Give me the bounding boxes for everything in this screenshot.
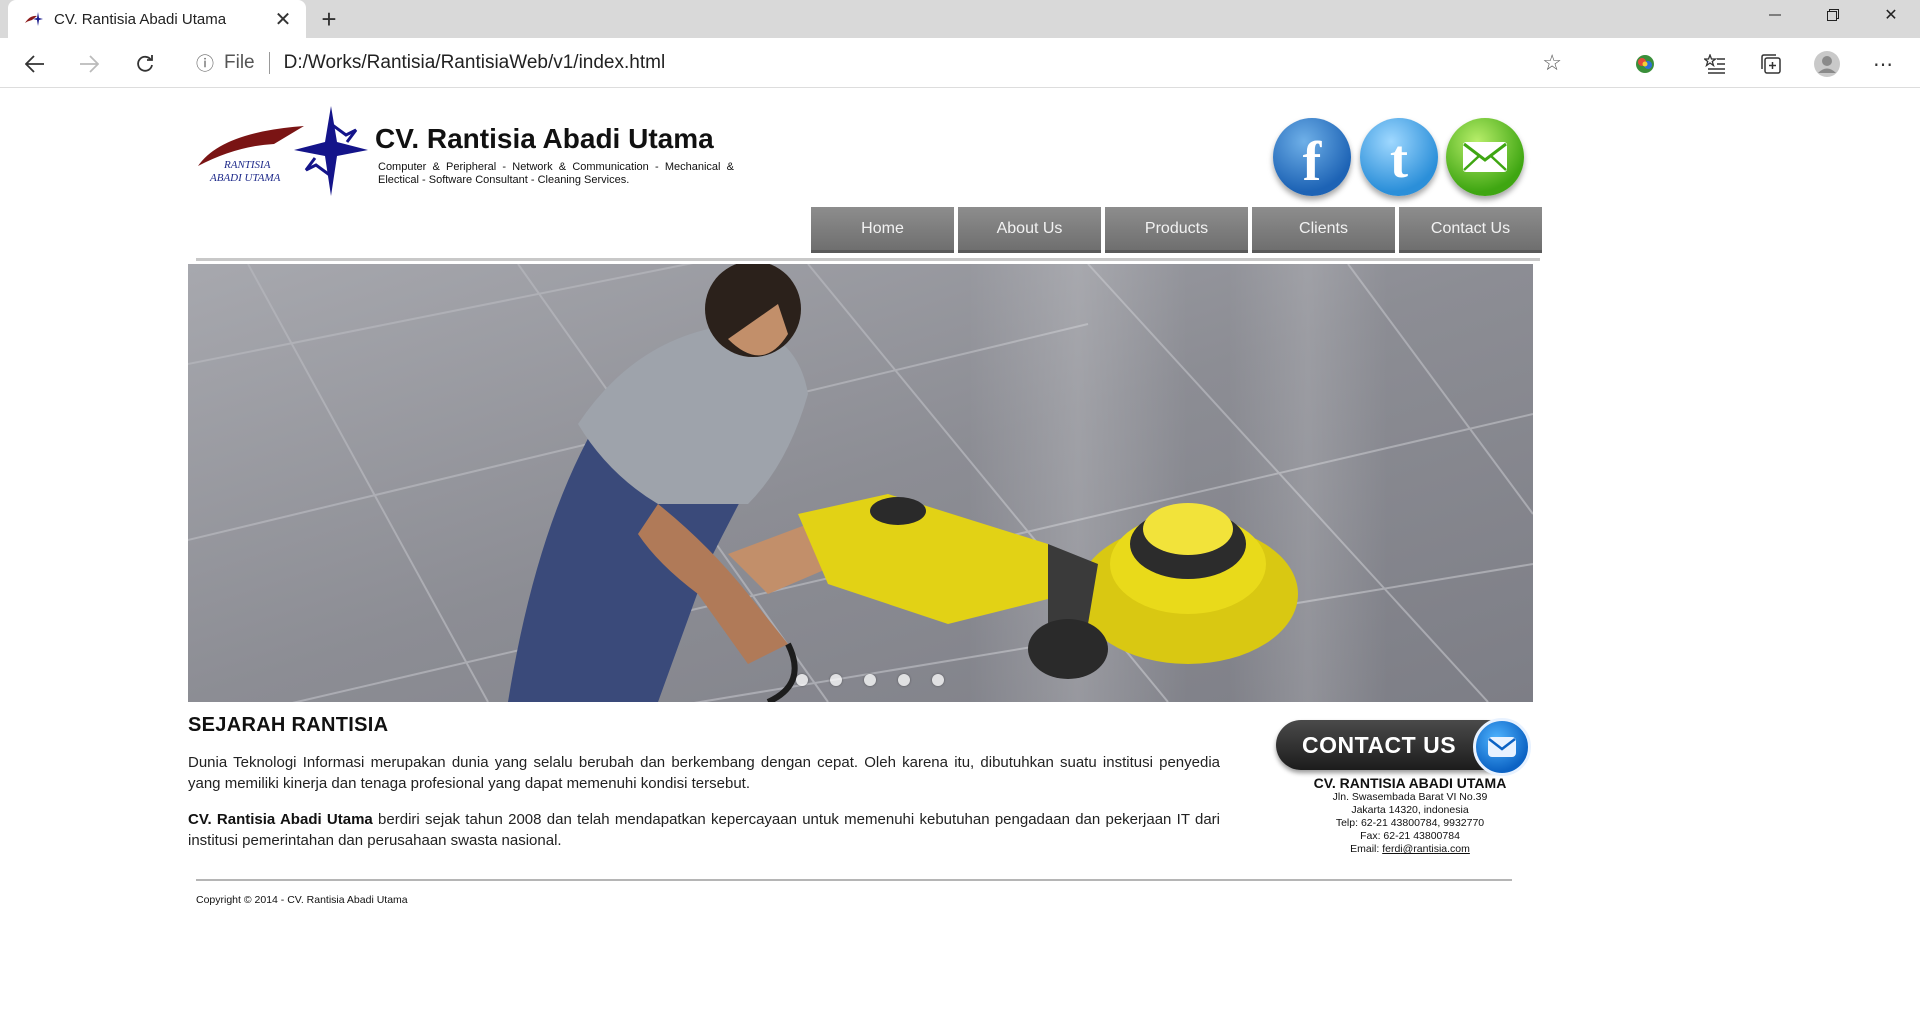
header-divider: [196, 258, 1540, 261]
close-window-icon[interactable]: ✕: [1868, 0, 1914, 30]
history-paragraph-2: CV. Rantisia Abadi Utama berdiri sejak t…: [188, 809, 1220, 851]
nav-clients[interactable]: Clients: [1252, 207, 1395, 253]
profile-avatar-icon[interactable]: [1812, 49, 1842, 79]
slider-dot-1[interactable]: [796, 674, 808, 686]
forward-arrow-icon[interactable]: [72, 47, 106, 81]
nav-about-us[interactable]: About Us: [958, 207, 1101, 253]
nav-contact-us[interactable]: Contact Us: [1399, 207, 1542, 253]
contact-us-banner[interactable]: CONTACT US: [1276, 718, 1552, 776]
refresh-icon[interactable]: [128, 47, 162, 81]
logo-text-line2: ABADI UTAMA: [209, 172, 281, 184]
web-page: RANTISIA ABADI UTAMA CV. Rantisia Abadi …: [0, 88, 1920, 1029]
contact-address-1: Jln. Swasembada Barat VI No.39: [1332, 791, 1488, 803]
contact-company: CV. RANTISIA ABADI UTAMA: [1313, 775, 1507, 791]
extension-icon[interactable]: [1630, 49, 1660, 79]
browser-chrome: CV. Rantisia Abadi Utama ✕ + ✕ ⓘ File D:…: [0, 0, 1920, 88]
contact-info: CV. RANTISIA ABADI UTAMA Jln. Swasembada…: [1276, 775, 1544, 856]
url-text[interactable]: D:/Works/Rantisia/RantisiaWeb/v1/index.h…: [284, 52, 1543, 74]
contact-phone: Telp: 62-21 43800784, 9932770: [1335, 817, 1485, 829]
site-tagline: Computer & Peripheral - Network & Commun…: [378, 161, 734, 186]
main-nav: Home About Us Products Clients Contact U…: [811, 207, 1542, 253]
contact-email-line: Email: ferdi@rantisia.com: [1276, 843, 1544, 856]
restore-icon[interactable]: [1810, 0, 1856, 30]
facebook-icon[interactable]: f: [1273, 118, 1351, 196]
more-menu-icon[interactable]: ⋯: [1868, 49, 1898, 79]
logo-text-line1: RANTISIA: [223, 159, 271, 171]
address-bar: ⓘ File D:/Works/Rantisia/RantisiaWeb/v1/…: [0, 38, 1920, 88]
nav-home[interactable]: Home: [811, 207, 954, 253]
slide-image: [188, 264, 1533, 702]
company-name-bold: CV. Rantisia Abadi Utama: [188, 811, 373, 828]
close-tab-icon[interactable]: ✕: [272, 8, 294, 31]
slider-dot-2[interactable]: [830, 674, 842, 686]
favorites-list-icon[interactable]: [1700, 49, 1730, 79]
image-slider[interactable]: [188, 264, 1533, 702]
minimize-icon[interactable]: [1752, 0, 1798, 30]
browser-tab[interactable]: CV. Rantisia Abadi Utama ✕: [8, 0, 306, 38]
envelope-icon: [1473, 718, 1531, 776]
company-logo[interactable]: RANTISIA ABADI UTAMA: [196, 104, 371, 199]
copyright-text: Copyright © 2014 - CV. Rantisia Abadi Ut…: [196, 894, 408, 906]
twitter-icon[interactable]: t: [1360, 118, 1438, 196]
history-paragraph-1: Dunia Teknologi Informasi merupakan duni…: [188, 754, 1220, 792]
site-favicon-icon: [24, 9, 44, 29]
contact-email-link[interactable]: ferdi@rantisia.com: [1382, 843, 1470, 855]
contact-fax: Fax: 62-21 43800784: [1360, 830, 1460, 842]
section-body: Dunia Teknologi Informasi merupakan duni…: [188, 752, 1220, 866]
slider-dot-3[interactable]: [864, 674, 876, 686]
contact-email-label: Email:: [1350, 843, 1383, 855]
email-icon[interactable]: [1446, 118, 1524, 196]
nav-products[interactable]: Products: [1105, 207, 1248, 253]
tab-strip: CV. Rantisia Abadi Utama ✕ + ✕: [0, 0, 1920, 38]
site-title: CV. Rantisia Abadi Utama: [375, 123, 714, 154]
slider-dot-5[interactable]: [932, 674, 944, 686]
new-tab-icon[interactable]: +: [314, 4, 344, 34]
url-scheme-label: File: [224, 52, 270, 74]
slider-pagination: [796, 674, 966, 686]
collections-icon[interactable]: [1756, 49, 1786, 79]
url-field[interactable]: ⓘ File D:/Works/Rantisia/RantisiaWeb/v1/…: [180, 45, 1580, 81]
favorite-star-icon[interactable]: ☆: [1542, 50, 1562, 76]
back-arrow-icon[interactable]: [18, 47, 52, 81]
contact-address-2: Jakarta 14320, indonesia: [1351, 804, 1469, 816]
info-icon[interactable]: ⓘ: [196, 50, 214, 76]
tab-title: CV. Rantisia Abadi Utama: [54, 10, 227, 28]
slider-dot-4[interactable]: [898, 674, 910, 686]
footer-divider: [196, 879, 1512, 881]
section-title: SEJARAH RANTISIA: [188, 714, 389, 736]
